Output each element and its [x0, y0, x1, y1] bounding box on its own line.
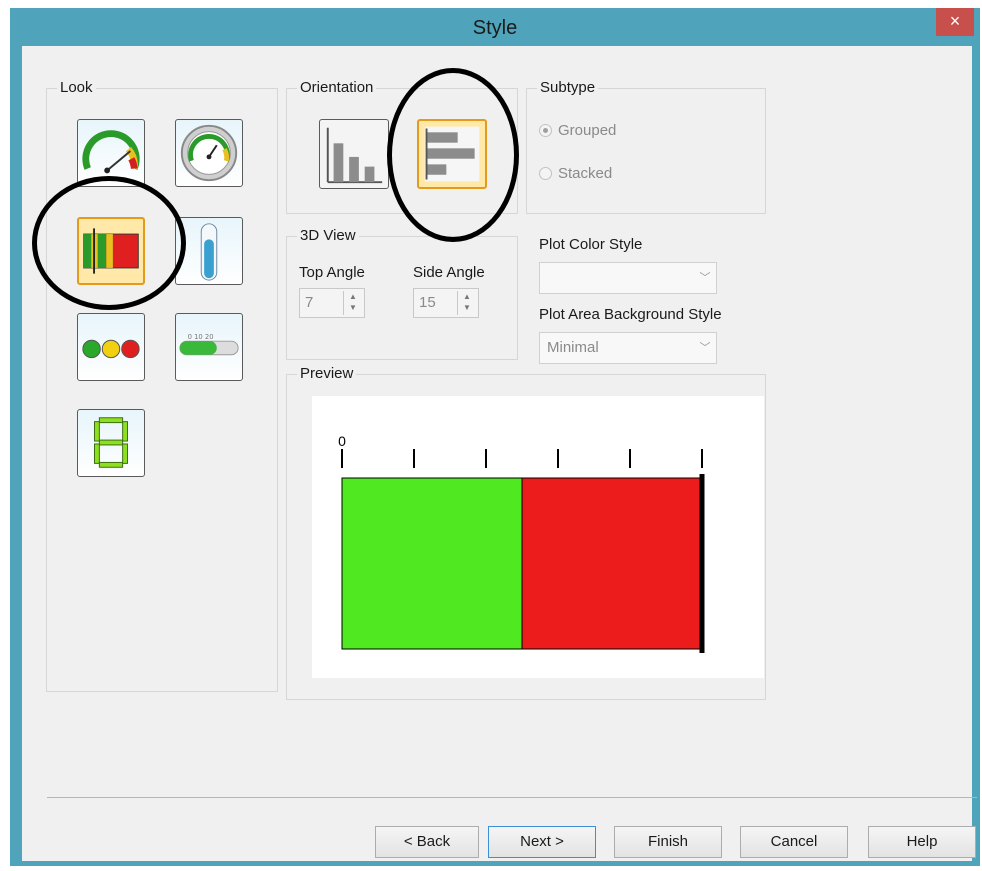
- gauge-gray-icon: [180, 124, 238, 182]
- plot-color-style-label: Plot Color Style: [539, 236, 643, 253]
- window-title: Style: [472, 17, 518, 39]
- top-angle-label: Top Angle: [299, 264, 365, 281]
- bar-segment: [521, 477, 703, 650]
- spinner-up-icon[interactable]: ▲: [458, 291, 476, 302]
- side-angle-spinner[interactable]: 15 ▲ ▼: [413, 288, 479, 318]
- plot-color-style-select[interactable]: ﹀: [539, 262, 717, 294]
- subtype-grouped-radio[interactable]: Grouped: [539, 122, 616, 139]
- look-gauge-colored-button[interactable]: [77, 119, 145, 187]
- horizontal-bars-icon: [424, 126, 480, 182]
- preview-group-label: Preview: [297, 365, 357, 382]
- look-digital-display-button[interactable]: [77, 409, 145, 477]
- thermometer-icon: [200, 223, 218, 281]
- orientation-vertical-button[interactable]: [319, 119, 389, 189]
- orientation-horizontal-button[interactable]: [417, 119, 487, 189]
- title-bar: Style ×: [10, 8, 980, 46]
- look-group: Look 0 10 20: [46, 79, 278, 692]
- plot-area-bg-select[interactable]: Minimal ﹀: [539, 332, 717, 364]
- close-button[interactable]: ×: [936, 8, 974, 36]
- look-traffic-light-button[interactable]: [77, 313, 145, 381]
- orientation-group-label: Orientation: [297, 79, 377, 96]
- style-dialog: Style × Look 0 10 20 Orientation Subtype…: [10, 8, 980, 866]
- back-button[interactable]: < Back: [375, 826, 479, 858]
- subtype-grouped-label: Grouped: [558, 122, 617, 139]
- bar-segment: [341, 477, 523, 650]
- chevron-down-icon: ﹀: [699, 272, 711, 284]
- gauge-colored-icon: [82, 130, 140, 174]
- spinner-up-icon[interactable]: ▲: [344, 291, 362, 302]
- button-separator: [47, 797, 977, 798]
- dialog-body: Look 0 10 20 Orientation Subtype Grouped…: [22, 46, 977, 861]
- orientation-group: Orientation: [286, 79, 518, 214]
- subtype-stacked-label: Stacked: [558, 165, 613, 182]
- subtype-group-label: Subtype: [537, 79, 599, 96]
- look-gauge-gray-button[interactable]: [175, 119, 243, 187]
- radio-dot: [539, 167, 552, 180]
- preview-chart: 0: [338, 433, 705, 653]
- slider-scale-icon: 0 10 20: [179, 333, 239, 356]
- 3d-view-group-label: 3D View: [297, 227, 359, 244]
- spinner-down-icon[interactable]: ▼: [458, 302, 476, 313]
- preview-area: 0: [312, 396, 764, 678]
- look-slider-scale-button[interactable]: 0 10 20: [175, 313, 243, 381]
- side-angle-label: Side Angle: [413, 264, 485, 281]
- look-thermometer-button[interactable]: [175, 217, 243, 285]
- plot-area-bg-label: Plot Area Background Style: [539, 306, 722, 323]
- tick-label: 0: [338, 433, 346, 449]
- linear-bar-icon: [83, 228, 139, 274]
- 3d-view-group: 3D View Top Angle 7 ▲ ▼ Side Angle 15 ▲ ▼: [286, 227, 518, 360]
- side-angle-value: 15: [419, 294, 436, 311]
- vertical-bars-icon: [326, 127, 383, 184]
- subtype-stacked-radio[interactable]: Stacked: [539, 165, 612, 182]
- subtype-group: Subtype Grouped Stacked: [526, 79, 766, 214]
- look-group-label: Look: [57, 79, 96, 96]
- spinner-down-icon[interactable]: ▼: [344, 302, 362, 313]
- top-angle-spinner[interactable]: 7 ▲ ▼: [299, 288, 365, 318]
- svg-text:0 10 20: 0 10 20: [188, 333, 214, 341]
- traffic-light-icon: [82, 339, 140, 359]
- plot-area-bg-value: Minimal: [547, 339, 599, 356]
- help-button[interactable]: Help: [868, 826, 976, 858]
- cancel-button[interactable]: Cancel: [740, 826, 848, 858]
- radio-dot: [539, 124, 552, 137]
- finish-button[interactable]: Finish: [614, 826, 722, 858]
- digital-display-icon: [94, 417, 128, 468]
- top-angle-value: 7: [305, 294, 314, 311]
- chevron-down-icon: ﹀: [699, 342, 711, 354]
- look-linear-bar-button[interactable]: [77, 217, 145, 285]
- next-button[interactable]: Next >: [488, 826, 596, 858]
